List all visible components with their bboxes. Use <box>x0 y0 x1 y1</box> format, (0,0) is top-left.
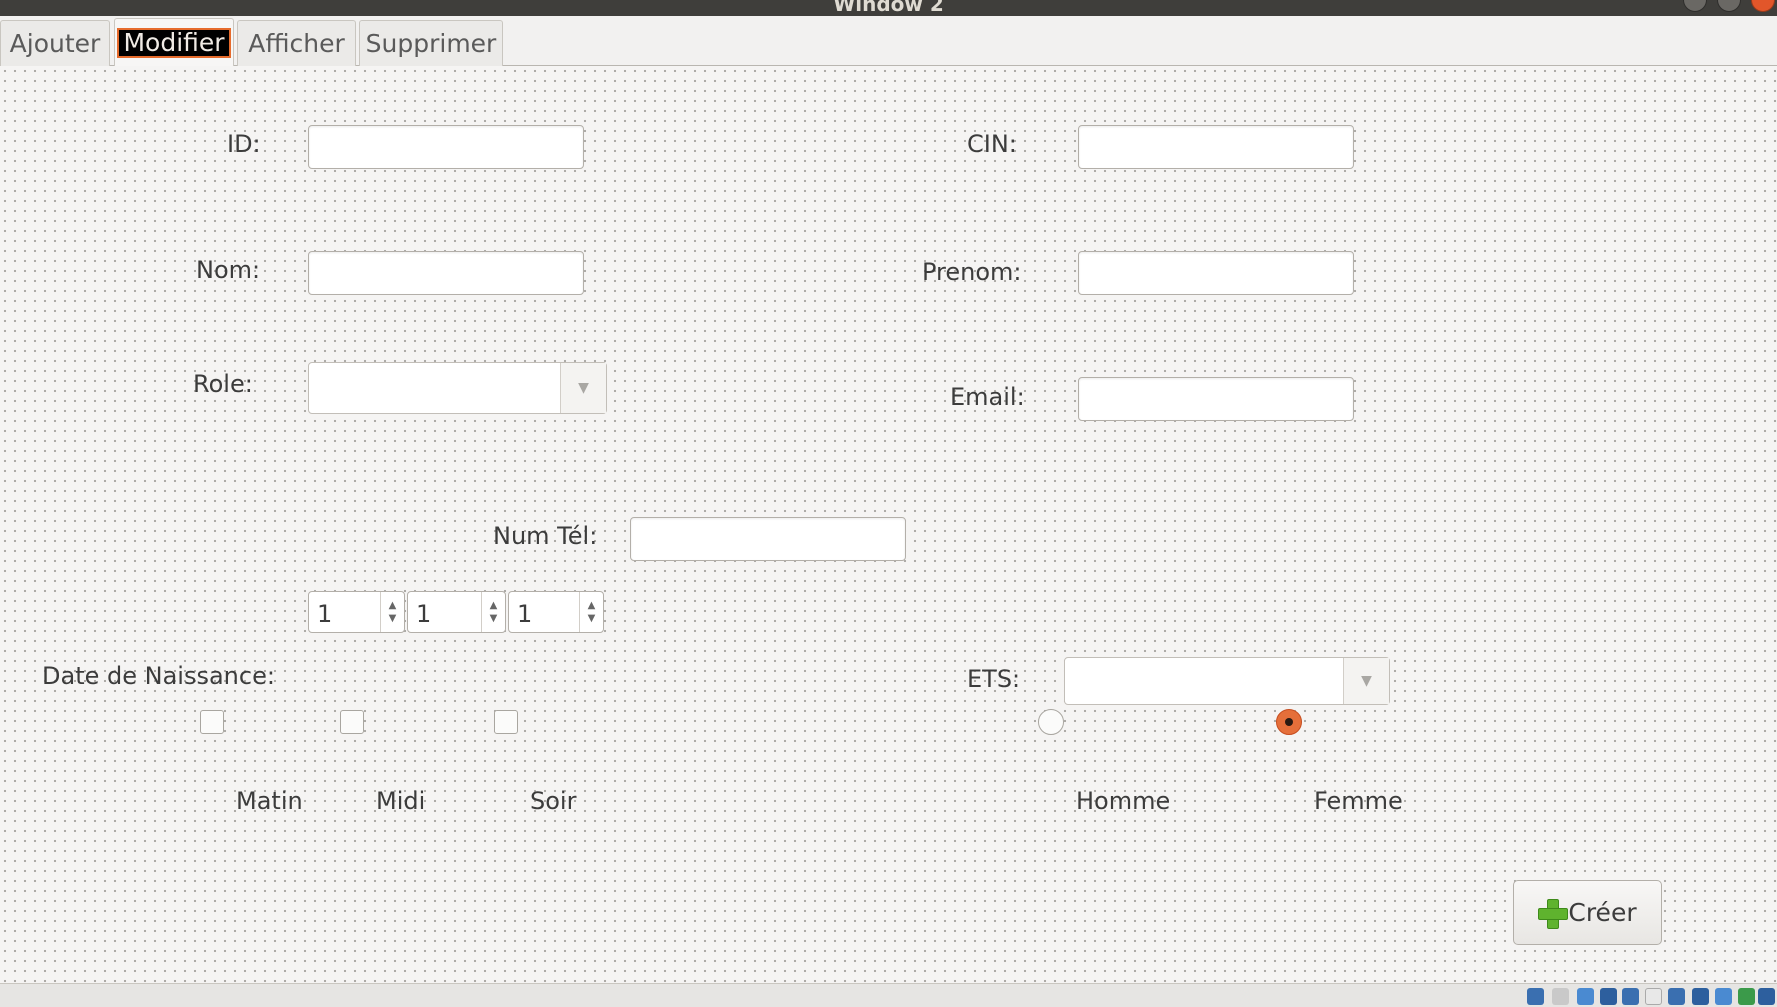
screen-icon[interactable] <box>1668 988 1685 1005</box>
tab-bar: Ajouter Modifier Afficher Supprimer <box>0 16 1777 66</box>
month-spinbox[interactable]: 1 ▲ ▼ <box>407 591 506 633</box>
usb-icon[interactable] <box>1527 988 1544 1005</box>
homme-label: Homme <box>1076 787 1171 815</box>
network-icon[interactable] <box>1600 988 1617 1005</box>
id-label: ID: <box>227 130 261 158</box>
tab-modifier[interactable]: Modifier <box>114 18 234 66</box>
cpu-icon[interactable] <box>1715 988 1732 1005</box>
tab-afficher[interactable]: Afficher <box>237 20 356 66</box>
tab-label: Supprimer <box>365 29 497 58</box>
creer-label: Créer <box>1568 898 1637 927</box>
prenom-label: Prenom: <box>922 258 1022 286</box>
cin-label: CIN: <box>967 130 1017 158</box>
window-title: Window 2 <box>833 0 944 16</box>
status-bar <box>0 983 1777 1007</box>
id-input[interactable] <box>308 125 584 169</box>
ets-label: ETS: <box>967 665 1021 693</box>
audio-icon[interactable] <box>1577 988 1594 1005</box>
day-spinbox[interactable]: 1 ▲ ▼ <box>308 591 405 633</box>
email-label: Email: <box>950 383 1025 411</box>
role-combobox[interactable]: ▼ <box>308 362 607 414</box>
ets-combobox[interactable]: ▼ <box>1064 657 1390 705</box>
tab-label: Ajouter <box>9 29 101 58</box>
creer-button[interactable]: Créer <box>1513 880 1662 945</box>
window-titlebar: Window 2 <box>0 0 1777 16</box>
date-naissance-label: Date de Naissance: <box>42 662 275 690</box>
spin-arrows-icon[interactable]: ▲ ▼ <box>579 592 603 632</box>
role-label: Role: <box>193 370 253 398</box>
homme-radio[interactable] <box>1038 709 1064 735</box>
download-arrow-icon[interactable] <box>1758 988 1775 1005</box>
tab-supprimer[interactable]: Supprimer <box>359 20 503 66</box>
soir-checkbox[interactable] <box>494 710 518 734</box>
plus-icon <box>1538 898 1569 929</box>
capture-icon[interactable] <box>1692 988 1709 1005</box>
numtel-label: Num Tél: <box>493 522 598 550</box>
chevron-down-icon[interactable]: ▼ <box>560 363 606 413</box>
day-value: 1 <box>317 600 333 628</box>
tab-label: Afficher <box>248 29 345 58</box>
matin-label: Matin <box>236 787 303 815</box>
midi-label: Midi <box>376 787 426 815</box>
spin-arrows-icon[interactable]: ▲ ▼ <box>380 592 404 632</box>
femme-label: Femme <box>1314 787 1403 815</box>
nom-input[interactable] <box>308 251 584 295</box>
month-value: 1 <box>416 600 432 628</box>
globe-icon[interactable] <box>1738 988 1755 1005</box>
display-icon[interactable] <box>1645 988 1662 1005</box>
optical-drive-icon[interactable] <box>1552 988 1569 1005</box>
tab-label: Modifier <box>117 27 231 58</box>
midi-checkbox[interactable] <box>340 710 364 734</box>
soir-label: Soir <box>530 787 577 815</box>
chevron-down-icon[interactable]: ▼ <box>1343 658 1389 704</box>
spin-arrows-icon[interactable]: ▲ ▼ <box>481 592 505 632</box>
nom-label: Nom: <box>196 256 261 284</box>
cin-input[interactable] <box>1078 125 1354 169</box>
femme-radio[interactable] <box>1276 709 1302 735</box>
year-spinbox[interactable]: 1 ▲ ▼ <box>508 591 604 633</box>
numtel-input[interactable] <box>630 517 906 561</box>
year-value: 1 <box>517 600 533 628</box>
email-input[interactable] <box>1078 377 1354 421</box>
matin-checkbox[interactable] <box>200 710 224 734</box>
shared-folder-icon[interactable] <box>1622 988 1639 1005</box>
tab-ajouter[interactable]: Ajouter <box>0 20 110 66</box>
prenom-input[interactable] <box>1078 251 1354 295</box>
